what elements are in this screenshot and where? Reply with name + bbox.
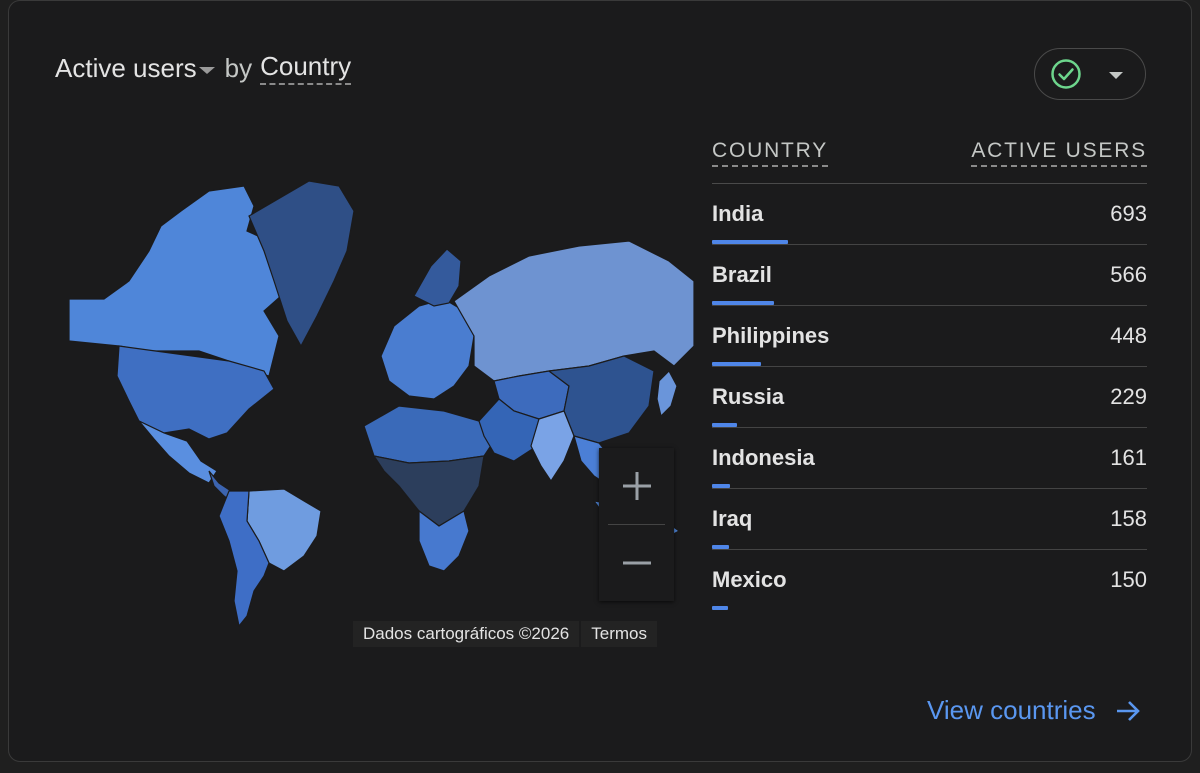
map-terms-link[interactable]: Termos — [581, 621, 657, 647]
country-name: Russia — [712, 384, 785, 409]
metric-dropdown-caret-icon[interactable] — [198, 66, 215, 74]
active-users-by-country-card: Active users by Country Dados cartográfi… — [8, 0, 1192, 762]
arrow-right-icon — [1116, 700, 1140, 721]
active-users-value: 693 — [1110, 201, 1147, 226]
country-name: India — [712, 201, 764, 226]
metric-selector[interactable]: Active users — [55, 53, 197, 84]
map-region-scandinavia — [413, 248, 462, 307]
active-users-value: 161 — [1110, 445, 1147, 470]
table-row[interactable]: Indonesia 161 — [712, 428, 1147, 489]
share-bar — [712, 423, 737, 427]
share-bar — [712, 362, 761, 366]
table-header: COUNTRY ACTIVE USERS — [712, 137, 1147, 184]
chevron-down-icon — [1109, 72, 1123, 79]
dimension-label[interactable]: Country — [260, 51, 352, 85]
active-users-value: 150 — [1110, 567, 1147, 592]
active-users-value: 229 — [1110, 384, 1147, 409]
country-table: COUNTRY ACTIVE USERS India 693 Brazil 56… — [712, 137, 1147, 610]
active-users-value: 448 — [1110, 323, 1147, 348]
map-region-japan — [656, 370, 678, 418]
map-zoom-controls — [599, 448, 674, 601]
country-name: Mexico — [712, 567, 787, 592]
share-bar — [712, 545, 729, 549]
table-row[interactable]: India 693 — [712, 184, 1147, 245]
table-row[interactable]: Brazil 566 — [712, 245, 1147, 306]
country-name: Philippines — [712, 323, 830, 348]
plus-icon — [622, 472, 651, 500]
table-row[interactable]: Iraq 158 — [712, 489, 1147, 550]
map-region-north-africa — [363, 405, 495, 464]
comparison-button[interactable] — [1034, 48, 1146, 100]
share-bar — [712, 606, 728, 610]
map-region-central-africa — [372, 455, 485, 527]
country-column-header[interactable]: COUNTRY — [712, 137, 829, 167]
table-row[interactable]: Mexico 150 — [712, 550, 1147, 610]
view-countries-label: View countries — [927, 695, 1096, 725]
active-users-value: 158 — [1110, 506, 1147, 531]
zoom-in-button[interactable] — [599, 448, 674, 524]
table-row[interactable]: Philippines 448 — [712, 306, 1147, 367]
check-circle-icon — [1051, 59, 1081, 89]
view-countries-link[interactable]: View countries — [927, 695, 1142, 726]
map-region-russia — [453, 240, 694, 382]
share-bar — [712, 301, 774, 305]
map-region-europe — [380, 298, 475, 400]
active-users-value: 566 — [1110, 262, 1147, 287]
share-bar — [712, 484, 730, 488]
title-by-label: by — [224, 52, 253, 83]
minus-icon — [622, 561, 651, 565]
country-name: Indonesia — [712, 445, 815, 470]
map-data-attribution: Dados cartográficos ©2026 — [353, 621, 580, 647]
country-name: Brazil — [712, 262, 772, 287]
card-title: Active users by Country — [55, 51, 352, 85]
share-bar — [712, 240, 788, 244]
country-name: Iraq — [712, 506, 753, 531]
zoom-out-button[interactable] — [599, 525, 674, 601]
map-attribution: Dados cartográficos ©2026 Termos — [353, 621, 657, 647]
active-users-column-header[interactable]: ACTIVE USERS — [971, 137, 1147, 167]
table-row[interactable]: Russia 229 — [712, 367, 1147, 428]
